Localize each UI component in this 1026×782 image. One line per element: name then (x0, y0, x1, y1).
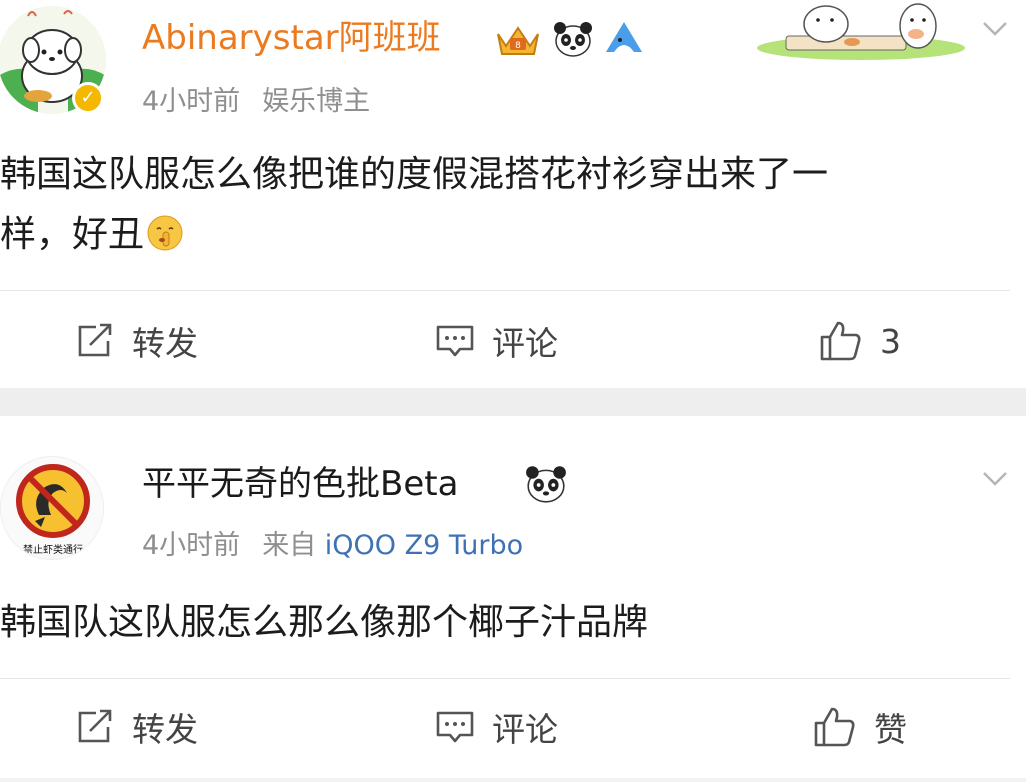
repost-button[interactable]: 转发 (74, 318, 198, 364)
no-shrimp-icon: 禁止虾类通行 (1, 457, 103, 559)
avatar-text: 禁止虾类通行 (23, 543, 83, 556)
post-separator (0, 388, 1026, 416)
svg-text:8: 8 (515, 41, 521, 51)
comment-button[interactable]: 评论 (434, 318, 558, 364)
username-text[interactable]: 平平无奇的色批Beta (142, 464, 458, 504)
post-time: 4小时前 (142, 86, 241, 117)
post-meta: 4小时前 娱乐博主 (142, 86, 370, 118)
like-label: 赞 (874, 710, 907, 749)
post-content-line-1: 韩国这队服怎么像把谁的度假混搭花衬衫穿出来了一 (0, 154, 829, 195)
chevron-down-icon[interactable] (981, 14, 1009, 42)
avatar[interactable]: 禁止虾类通行 (0, 456, 104, 560)
shush-emoji-icon (147, 215, 183, 251)
bottom-separator (0, 778, 1026, 782)
device-link[interactable]: iQOO Z9 Turbo (325, 530, 523, 561)
comment-button[interactable]: 评论 (434, 704, 558, 750)
post-content-line-2: 样，好丑 (0, 206, 184, 264)
like-button[interactable]: 3 (818, 318, 901, 364)
like-count: 3 (880, 321, 901, 361)
post-meta: 4小时前 来自 iQOO Z9 Turbo (142, 530, 523, 562)
like-button[interactable]: 赞 (812, 704, 907, 750)
verified-icon: ✓ (72, 82, 104, 114)
repost-button[interactable]: 转发 (74, 704, 198, 750)
post-card-1: ✓ Abinarystar阿班班 8 4小时前 娱乐博主 韩国这队服怎么像把谁的… (0, 0, 1026, 388)
comment-icon (436, 325, 474, 357)
shark-badge-icon[interactable] (602, 18, 646, 58)
comment-icon (436, 711, 474, 743)
user-tag[interactable]: 娱乐博主 (262, 86, 370, 117)
divider (0, 678, 1010, 679)
repost-label: 转发 (132, 324, 198, 363)
panda-badge-icon[interactable] (552, 20, 594, 58)
comment-label: 评论 (492, 710, 558, 749)
crown-badge-icon[interactable]: 8 (494, 20, 542, 58)
repost-label: 转发 (132, 710, 198, 749)
source-prefix: 来自 (262, 530, 317, 561)
panda-badge-icon[interactable] (524, 464, 568, 504)
repost-icon (78, 323, 112, 357)
sticker-decoration-icon (757, 3, 965, 60)
post-content-text: 样，好丑 (0, 214, 145, 255)
chevron-down-icon[interactable] (981, 464, 1009, 492)
thumbs-up-icon (820, 321, 861, 361)
username[interactable]: Abinarystar阿班班 (142, 18, 441, 58)
repost-icon (78, 709, 112, 743)
divider (0, 290, 1010, 291)
username-text[interactable]: Abinarystar阿班班 (142, 18, 441, 58)
username[interactable]: 平平无奇的色批Beta (142, 464, 458, 504)
comment-label: 评论 (492, 324, 558, 363)
post-content: 韩国队这队服怎么那么像那个椰子汁品牌 (0, 602, 649, 643)
post-time: 4小时前 (142, 530, 241, 561)
thumbs-up-icon (814, 707, 855, 747)
